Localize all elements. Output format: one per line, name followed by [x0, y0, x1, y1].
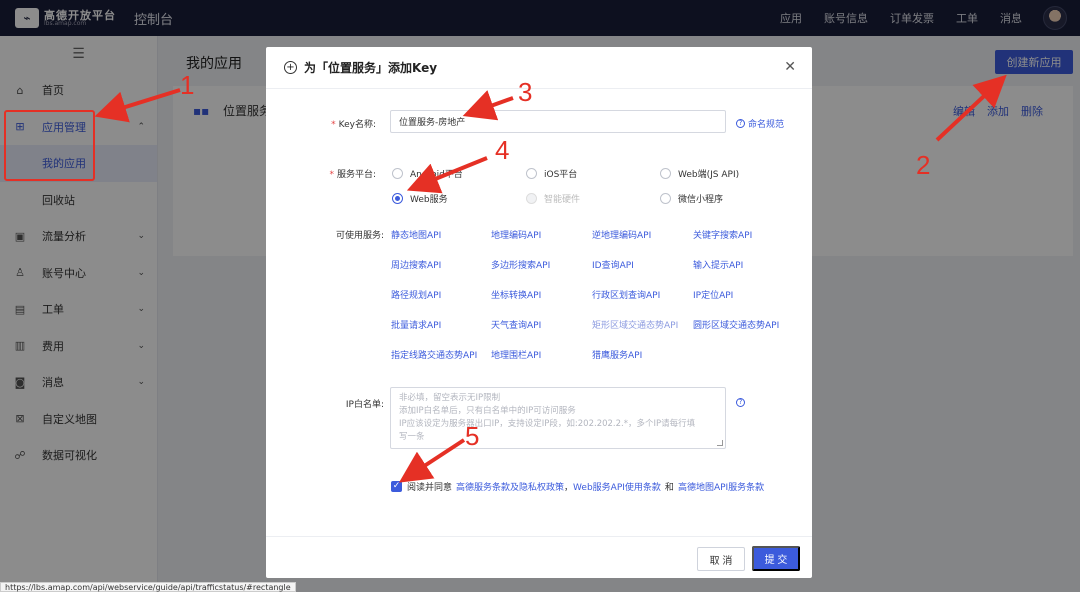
help-icon: ?: [736, 119, 745, 128]
service-link[interactable]: 路径规划API: [391, 288, 441, 301]
terms-link-2[interactable]: Web服务API使用条款: [573, 480, 661, 493]
service-link[interactable]: 多边形搜索API: [491, 258, 550, 271]
agreement-row: ✓ 阅读并同意 高德服务条款及隐私权政策 ， Web服务API使用条款 和 高德…: [391, 480, 765, 493]
status-bar-url: https://lbs.amap.com/api/webservice/guid…: [0, 582, 296, 592]
service-link[interactable]: ID查询API: [592, 258, 634, 271]
annotation-number-3: 3: [518, 77, 533, 107]
service-link[interactable]: 天气查询API: [491, 318, 541, 331]
service-link[interactable]: 圆形区域交通态势API: [693, 318, 779, 331]
service-link[interactable]: 周边搜索API: [391, 258, 441, 271]
service-link[interactable]: 关键字搜索API: [693, 228, 752, 241]
service-link[interactable]: 猎鹰服务API: [592, 348, 642, 361]
cancel-button[interactable]: 取 消: [697, 547, 745, 571]
ip-whitelist-label: IP白名单:: [345, 400, 384, 410]
service-link[interactable]: 行政区划查询API: [592, 288, 660, 301]
annotation-number-1: 1: [180, 70, 195, 100]
platform-radio-smart-hardware[interactable]: 智能硬件: [526, 192, 580, 205]
annotation-number-4: 4: [495, 135, 510, 165]
service-link[interactable]: 逆地理编码API: [592, 228, 651, 241]
naming-rules-link[interactable]: ? 命名规范: [736, 117, 784, 130]
platform-radio-web-service[interactable]: Web服务: [392, 192, 448, 205]
service-link[interactable]: 地理围栏API: [491, 348, 541, 361]
platform-radio-wechat-mini[interactable]: 微信小程序: [660, 192, 723, 205]
annotation-highlight-box: [4, 110, 95, 181]
service-link[interactable]: IP定位API: [693, 288, 733, 301]
terms-link-3[interactable]: 高德地图API服务条款: [678, 480, 764, 493]
dialog-title: 为「位置服务」添加Key: [304, 61, 438, 75]
platform-radio-android[interactable]: Android平台: [392, 167, 463, 180]
services-label: 可使用服务:: [335, 231, 384, 241]
annotation-number-5: 5: [465, 421, 480, 451]
help-icon: ?: [736, 398, 745, 407]
platform-radio-ios[interactable]: iOS平台: [526, 167, 577, 180]
annotation-number-2: 2: [916, 150, 931, 180]
platform-label: * 服务平台:: [329, 170, 376, 180]
service-link[interactable]: 批量请求API: [391, 318, 441, 331]
service-link[interactable]: 坐标转换API: [491, 288, 541, 301]
service-link[interactable]: 地理编码API: [491, 228, 541, 241]
resize-handle-icon[interactable]: [717, 440, 723, 446]
service-link[interactable]: 矩形区域交通态势API: [592, 318, 678, 331]
ip-whitelist-textarea[interactable]: 非必填，留空表示无IP限制 添加IP白名单后，只有白名单中的IP可访问服务 IP…: [390, 387, 726, 449]
close-icon[interactable]: ✕: [784, 59, 796, 75]
ip-help-link[interactable]: ?: [736, 398, 748, 407]
service-link[interactable]: 静态地图API: [391, 228, 441, 241]
platform-radio-web-js[interactable]: Web端(JS API): [660, 167, 739, 180]
key-name-input[interactable]: 位置服务-房地产: [390, 110, 726, 133]
key-name-label: * Key名称:: [331, 120, 376, 130]
submit-button[interactable]: 提 交: [752, 546, 800, 571]
add-key-dialog: + 为「位置服务」添加Key ✕ * Key名称: 位置服务-房地产 ? 命名规范…: [266, 47, 812, 578]
agreement-checkbox[interactable]: ✓: [391, 481, 402, 492]
plus-circle-icon: +: [284, 61, 297, 74]
service-link[interactable]: 指定线路交通态势API: [391, 348, 477, 361]
terms-link-1[interactable]: 高德服务条款及隐私权政策: [456, 480, 564, 493]
service-link[interactable]: 输入提示API: [693, 258, 743, 271]
dialog-header: + 为「位置服务」添加Key ✕: [266, 47, 812, 89]
